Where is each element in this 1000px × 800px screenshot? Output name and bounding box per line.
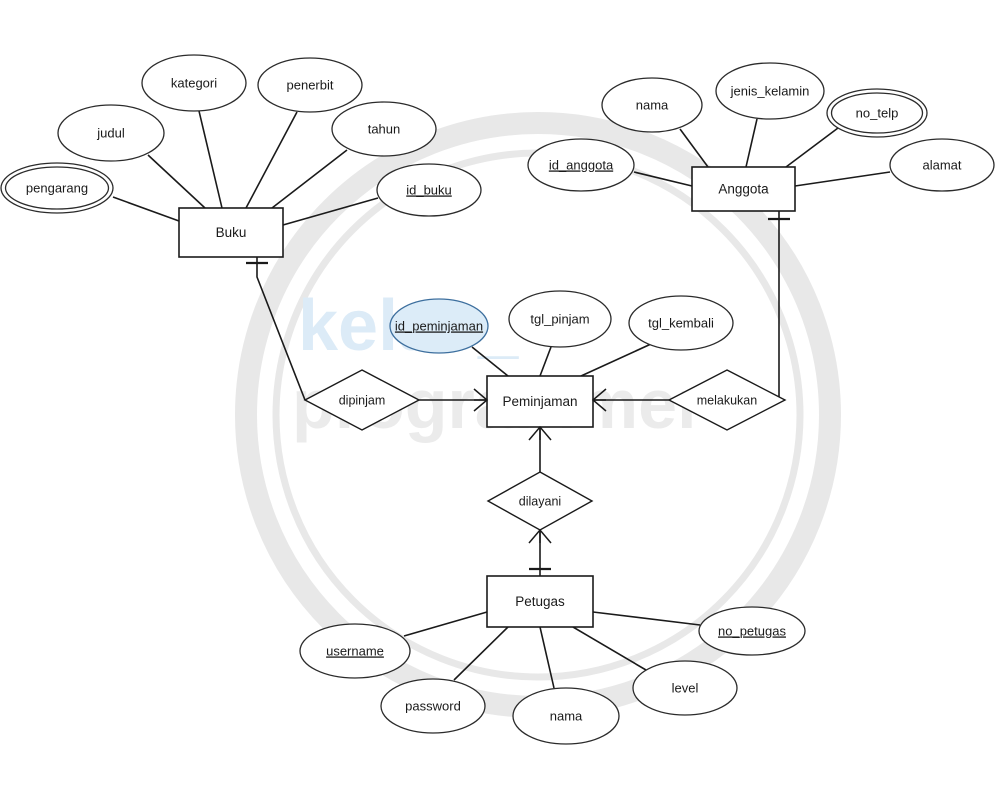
attribute-label: no_telp (856, 105, 899, 120)
entity-label: Buku (216, 225, 247, 240)
relationship-dilayani[interactable]: dilayani (486, 471, 594, 531)
attribute-kategori[interactable]: kategori (141, 54, 247, 112)
attribute-label: jenis_kelamin (730, 83, 810, 98)
attribute-label: tgl_kembali (648, 315, 714, 330)
entity-peminjaman[interactable]: Peminjaman (486, 375, 594, 428)
relationship-label: dilayani (519, 494, 561, 508)
attribute-label: password (405, 698, 461, 713)
relationship-label: melakukan (697, 393, 757, 407)
entity-label: Peminjaman (502, 394, 577, 409)
primary-key-attribute-label: id_anggota (549, 157, 614, 172)
attribute-connector (112, 196, 180, 222)
attribute-connector (147, 154, 206, 209)
attribute-connector (794, 171, 891, 187)
attribute-connector (403, 611, 488, 637)
attribute-label: nama (636, 97, 669, 112)
entity-petugas[interactable]: Petugas (486, 575, 594, 628)
attribute-label: tgl_pinjam (530, 311, 589, 326)
attribute-connector (745, 118, 758, 168)
attribute-tahun[interactable]: tahun (331, 101, 437, 157)
entity-label: Anggota (718, 182, 769, 197)
attribute-label: judul (96, 125, 125, 140)
attribute-id_anggota[interactable]: id_anggota (527, 138, 635, 192)
attribute-tgl_pinjam[interactable]: tgl_pinjam (508, 290, 612, 348)
relationship-label: dipinjam (339, 393, 386, 407)
attribute-label: nama (550, 708, 583, 723)
attribute-pengarang[interactable]: pengarang (0, 162, 114, 214)
entity-label: Petugas (515, 594, 565, 609)
attribute-no_telp[interactable]: no_telp (826, 88, 928, 138)
attribute-password[interactable]: password (380, 678, 486, 734)
attribute-judul[interactable]: judul (57, 104, 165, 162)
attribute-label: penerbit (287, 77, 334, 92)
attribute-id_peminjaman[interactable]: id_peminjaman (389, 298, 489, 354)
attribute-label: pengarang (26, 180, 88, 195)
attribute-jenis_kelamin[interactable]: jenis_kelamin (715, 62, 825, 120)
attribute-penerbit[interactable]: penerbit (257, 57, 363, 113)
attribute-nama_petugas[interactable]: nama (512, 687, 620, 745)
primary-key-attribute-label: id_buku (406, 182, 452, 197)
primary-key-attribute-label: no_petugas (718, 623, 786, 638)
attribute-label: kategori (171, 75, 217, 90)
attribute-connector (198, 110, 223, 209)
entity-anggota[interactable]: Anggota (691, 166, 796, 212)
attribute-label: tahun (368, 121, 401, 136)
primary-key-attribute-label: id_peminjaman (395, 318, 483, 333)
attribute-alamat[interactable]: alamat (889, 138, 995, 192)
attribute-connector (592, 611, 701, 626)
attribute-level[interactable]: level (632, 660, 738, 716)
attribute-nama_anggota[interactable]: nama (601, 77, 703, 133)
attribute-no_petugas[interactable]: no_petugas (698, 606, 806, 656)
er-diagram-canvas: kelas_ programmer dipinjammelakukandilay… (0, 0, 1000, 800)
cardinality-many-dilayani-bot (528, 528, 552, 544)
attribute-label: level (672, 680, 699, 695)
attribute-tgl_kembali[interactable]: tgl_kembali (628, 295, 734, 351)
attribute-connector (785, 127, 839, 168)
entity-buku[interactable]: Buku (178, 207, 284, 258)
er-diagram-svg: kelas_ programmer dipinjammelakukandilay… (0, 54, 995, 745)
primary-key-attribute-label: username (326, 643, 384, 658)
attribute-username[interactable]: username (299, 623, 411, 679)
attribute-label: alamat (922, 157, 961, 172)
attribute-id_buku[interactable]: id_buku (376, 163, 482, 217)
